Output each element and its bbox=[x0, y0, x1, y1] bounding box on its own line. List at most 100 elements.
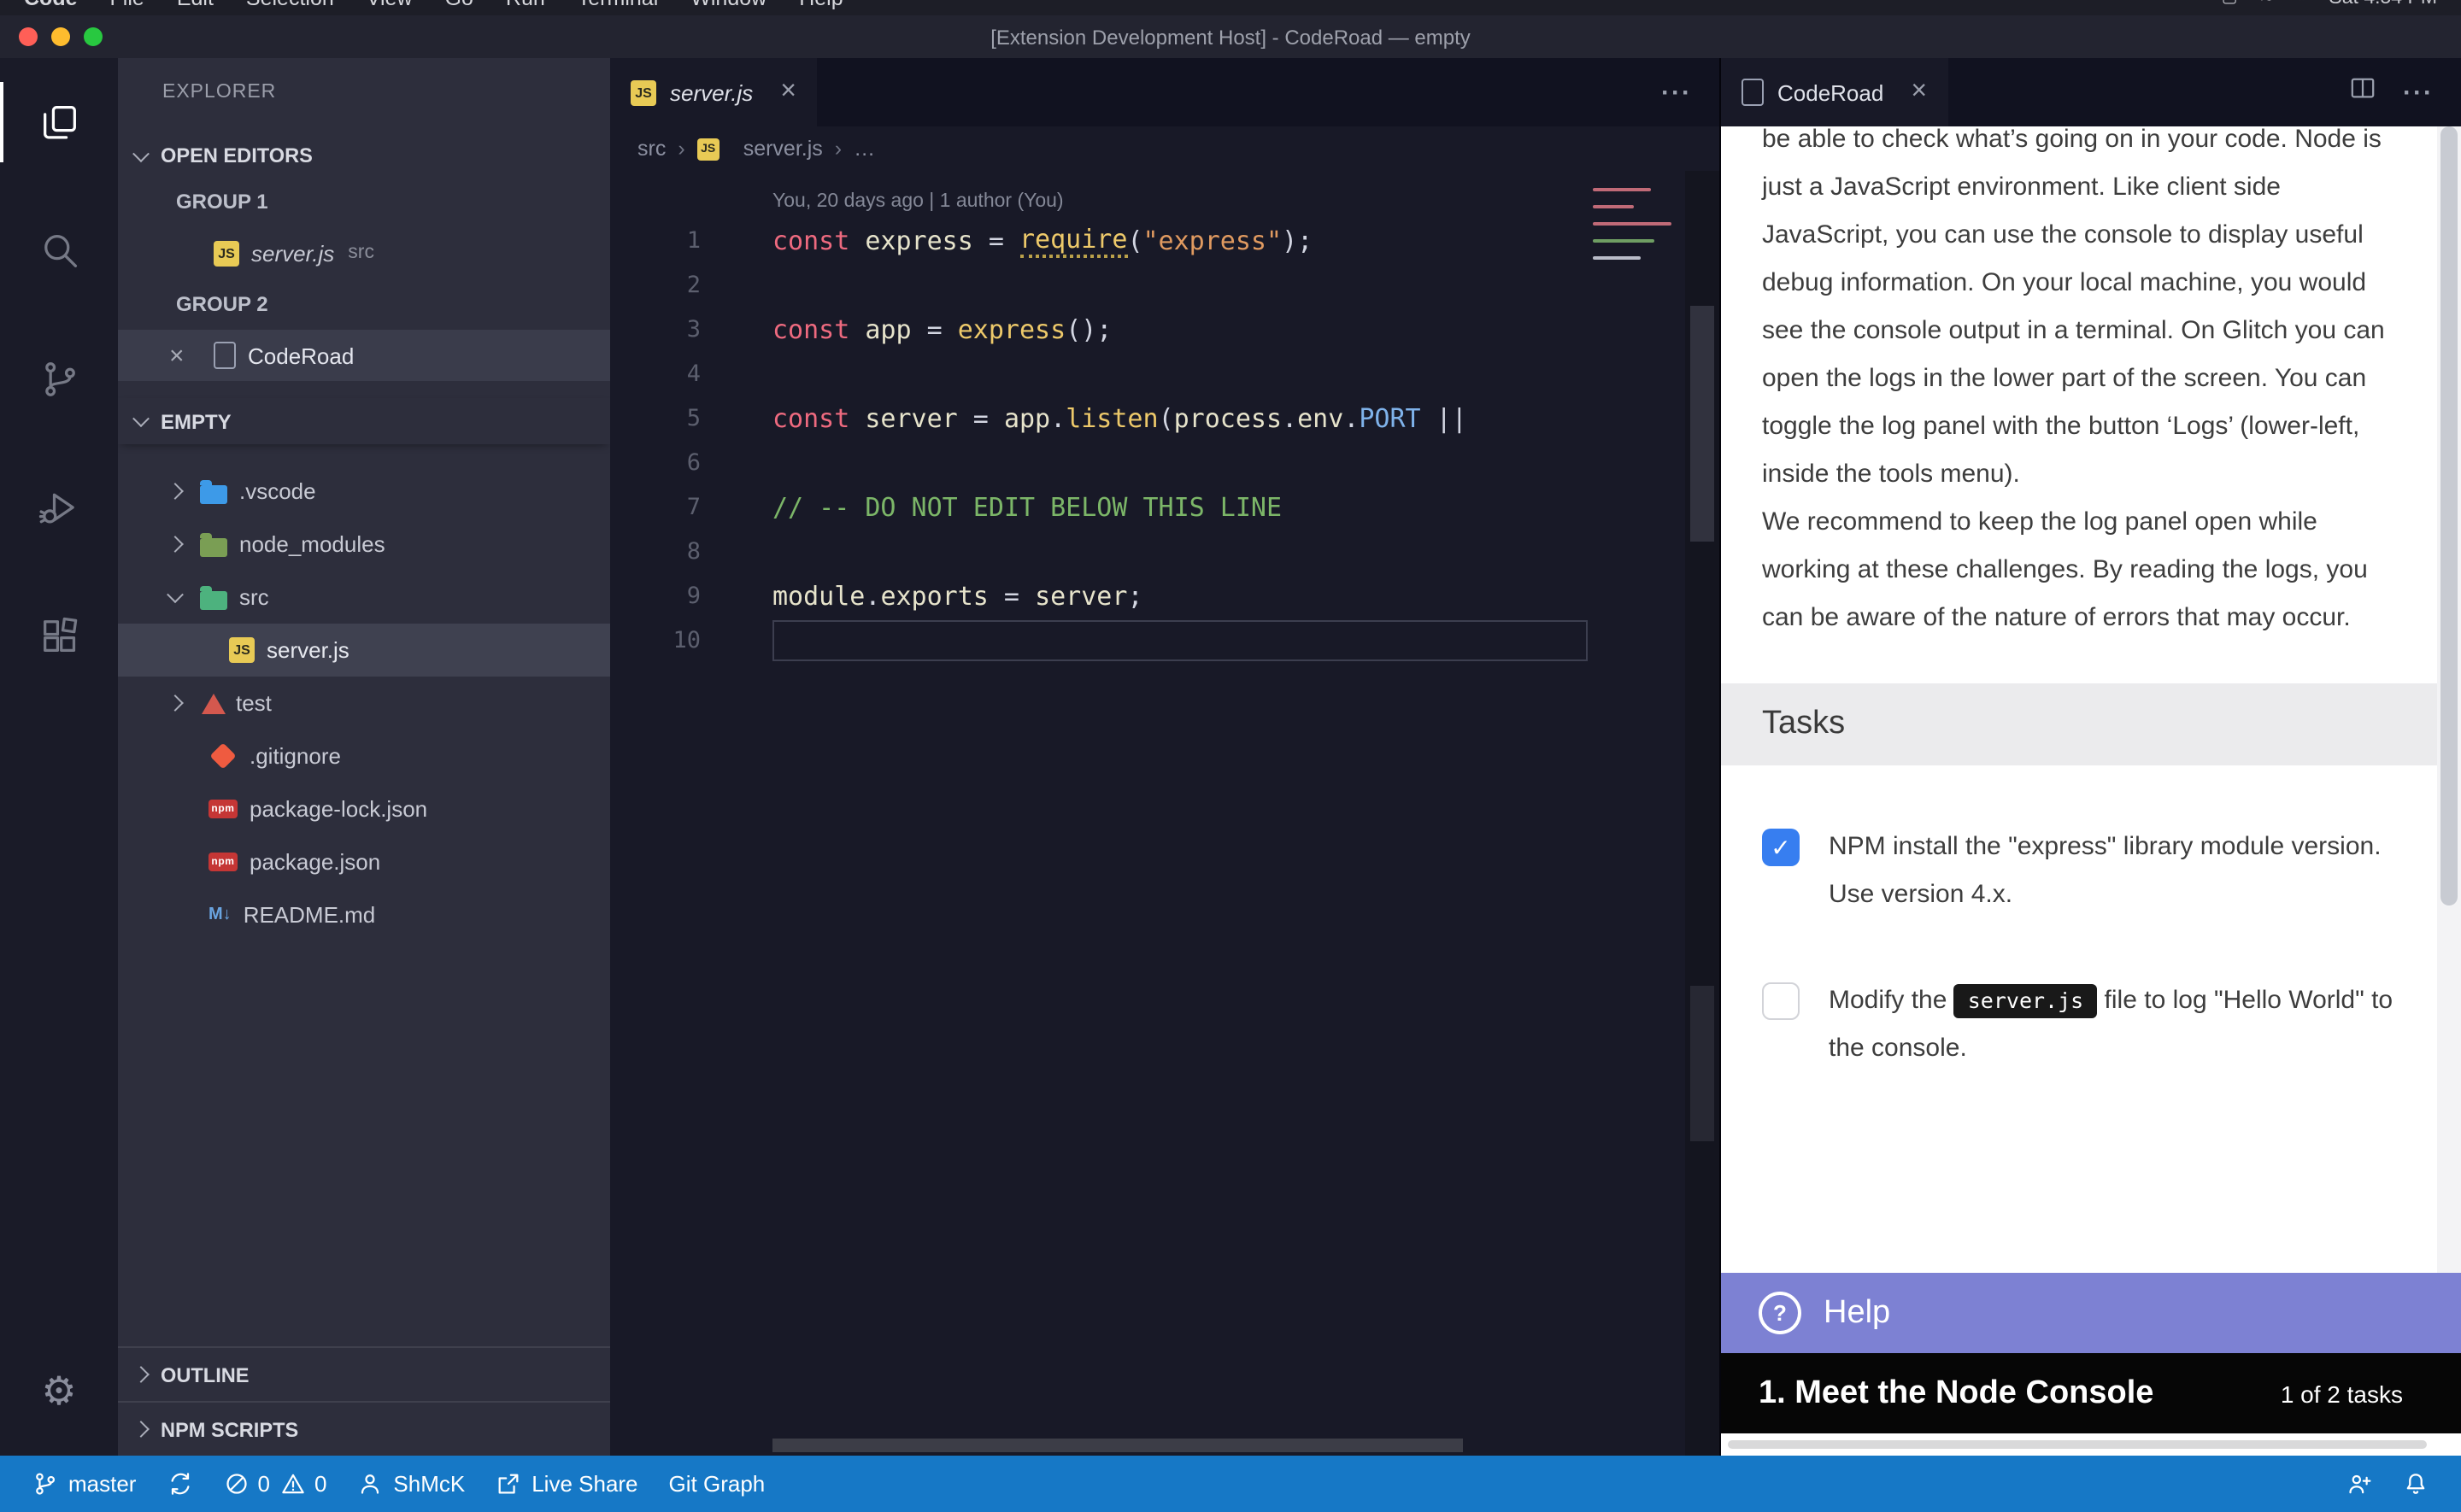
outline-header[interactable]: OUTLINE bbox=[118, 1346, 610, 1401]
code-line-1[interactable]: 1const express = require("express"); bbox=[610, 219, 1719, 263]
menu-help[interactable]: Help bbox=[799, 0, 843, 15]
file-package-json[interactable]: package.json bbox=[118, 835, 610, 888]
code-line-8[interactable]: 8 bbox=[610, 530, 1719, 574]
more-actions-icon[interactable] bbox=[2403, 78, 2434, 107]
editor-horizontal-scrollbar[interactable] bbox=[772, 1439, 1463, 1452]
minimap[interactable] bbox=[1593, 188, 1675, 260]
file-icon bbox=[214, 342, 236, 369]
status-shmck[interactable]: ShMcK bbox=[342, 1456, 480, 1512]
activity-explorer-icon[interactable] bbox=[0, 58, 118, 186]
breadcrumb-src[interactable]: src bbox=[637, 137, 666, 161]
line-number: 9 bbox=[610, 583, 701, 610]
menubar-status-icon[interactable] bbox=[2260, 0, 2275, 15]
close-icon[interactable] bbox=[169, 343, 185, 368]
file-package-lock-json[interactable]: package-lock.json bbox=[118, 782, 610, 835]
file-server-js[interactable]: server.js bbox=[118, 624, 610, 677]
activity-run-debug-icon[interactable] bbox=[0, 442, 118, 571]
code-line-6[interactable]: 6 bbox=[610, 441, 1719, 485]
code-editor[interactable]: You, 20 days ago | 1 author (You) 1const… bbox=[610, 171, 1719, 1456]
scrollbar-thumb[interactable] bbox=[2440, 126, 2458, 906]
status-feedback-icon[interactable] bbox=[2331, 1456, 2388, 1512]
breadcrumb-more[interactable]: … bbox=[854, 137, 875, 161]
editor-vertical-scrollbar[interactable] bbox=[1685, 171, 1719, 1456]
split-editor-icon[interactable] bbox=[2350, 75, 2376, 109]
workspace-header[interactable]: EMPTY bbox=[118, 398, 610, 444]
lesson-footer[interactable]: 1. Meet the Node Console 1 of 2 tasks bbox=[1721, 1353, 2461, 1433]
menubar-status-icon[interactable] bbox=[2222, 0, 2238, 15]
file-node-modules[interactable]: node_modules bbox=[118, 518, 610, 571]
menu-view[interactable]: View bbox=[367, 0, 413, 15]
status-live-share[interactable]: Live Share bbox=[480, 1456, 653, 1512]
menu-terminal[interactable]: Terminal bbox=[578, 0, 659, 15]
task-item-2: Modify the server.js file to log "Hello … bbox=[1721, 977, 2461, 1073]
code-line-9[interactable]: 9module.exports = server; bbox=[610, 574, 1719, 618]
file-readme-md[interactable]: README.md bbox=[118, 888, 610, 941]
open-editors-header[interactable]: OPEN EDITORS bbox=[118, 135, 610, 176]
more-actions-icon[interactable] bbox=[1661, 78, 1692, 107]
file-gitignore[interactable]: .gitignore bbox=[118, 730, 610, 782]
menu-file[interactable]: File bbox=[110, 0, 144, 15]
chevron-right-icon bbox=[167, 694, 184, 712]
scrollbar-thumb[interactable] bbox=[1690, 306, 1714, 542]
activity-extensions-icon[interactable] bbox=[0, 571, 118, 699]
codelens-annotation[interactable]: You, 20 days ago | 1 author (You) bbox=[772, 191, 1719, 212]
tab-server-js[interactable]: server.js bbox=[610, 58, 817, 126]
scrollbar-thumb[interactable] bbox=[1690, 986, 1714, 1141]
status-master[interactable]: master bbox=[17, 1456, 151, 1512]
settings-gear-icon[interactable] bbox=[0, 1339, 118, 1442]
npm-scripts-header[interactable]: NPM SCRIPTS bbox=[118, 1401, 610, 1456]
chevron-right-icon bbox=[132, 1421, 150, 1438]
file-test[interactable]: test bbox=[118, 677, 610, 730]
tab-coderoad[interactable]: CodeRoad bbox=[1721, 58, 1947, 126]
task-progress: 1 of 2 tasks bbox=[2281, 1380, 2423, 1407]
lesson-title: 1. Meet the Node Console bbox=[1759, 1374, 2153, 1412]
help-icon bbox=[1759, 1292, 1801, 1334]
menu-selection[interactable]: Selection bbox=[246, 0, 334, 15]
code-line-2[interactable]: 2 bbox=[610, 263, 1719, 308]
code-line-4[interactable]: 4 bbox=[610, 352, 1719, 396]
webview-scrollbar[interactable] bbox=[2437, 126, 2461, 1273]
menu-run[interactable]: Run bbox=[506, 0, 545, 15]
menu-edit[interactable]: Edit bbox=[177, 0, 214, 15]
tasks-section-header: Tasks bbox=[1721, 683, 2461, 765]
menu-code[interactable]: Code bbox=[24, 0, 78, 15]
task-checkbox-checked[interactable] bbox=[1762, 829, 1800, 866]
close-icon[interactable] bbox=[1911, 79, 1927, 106]
open-editors-group-group-2: GROUP 2 bbox=[118, 278, 610, 330]
code-line-10[interactable]: 10 bbox=[610, 618, 1719, 663]
sidebar-title: EXPLORER bbox=[118, 58, 610, 118]
minimize-window-button[interactable] bbox=[51, 27, 70, 46]
code-line-3[interactable]: 3const app = express(); bbox=[610, 308, 1719, 352]
line-number: 6 bbox=[610, 449, 701, 477]
coderoad-webview: be able to check what’s going on in your… bbox=[1721, 126, 2461, 1456]
activity-search-icon[interactable] bbox=[0, 186, 118, 314]
open-editor-coderoad[interactable]: CodeRoad bbox=[118, 330, 610, 381]
code-line-7[interactable]: 7// -- DO NOT EDIT BELOW THIS LINE bbox=[610, 485, 1719, 530]
code-line-5[interactable]: 5const server = app.listen(process.env.P… bbox=[610, 396, 1719, 441]
line-number: 4 bbox=[610, 360, 701, 388]
breadcrumb-server-js[interactable]: server.js bbox=[743, 137, 823, 161]
file-vscode[interactable]: .vscode bbox=[118, 465, 610, 518]
menu-go[interactable]: Go bbox=[445, 0, 473, 15]
close-icon[interactable] bbox=[780, 79, 796, 106]
file-src[interactable]: src bbox=[118, 571, 610, 624]
help-section[interactable]: Help bbox=[1721, 1273, 2461, 1353]
status-problems[interactable]: 00 bbox=[208, 1456, 342, 1512]
open-editors-label: OPEN EDITORS bbox=[161, 144, 313, 167]
zoom-window-button[interactable] bbox=[84, 27, 103, 46]
activity-source-control-icon[interactable] bbox=[0, 314, 118, 442]
lesson-progress-bar bbox=[1721, 1433, 2461, 1456]
chevron-down-icon bbox=[167, 586, 184, 603]
open-editor-server-js[interactable]: server.jssrc bbox=[118, 227, 610, 278]
status-bell-icon[interactable] bbox=[2388, 1456, 2444, 1512]
status-sync[interactable] bbox=[151, 1456, 208, 1512]
menu-window[interactable]: Window bbox=[690, 0, 766, 15]
file-icon bbox=[1741, 79, 1764, 106]
menubar-clock[interactable]: Sat 4:54 PM bbox=[2329, 0, 2437, 15]
node-modules-folder-icon bbox=[200, 537, 227, 556]
status-git-graph[interactable]: Git Graph bbox=[654, 1456, 781, 1512]
task-checkbox-unchecked[interactable] bbox=[1762, 982, 1800, 1020]
test-icon bbox=[202, 693, 226, 713]
close-window-button[interactable] bbox=[19, 27, 38, 46]
menubar-status-icon[interactable] bbox=[2296, 0, 2306, 15]
